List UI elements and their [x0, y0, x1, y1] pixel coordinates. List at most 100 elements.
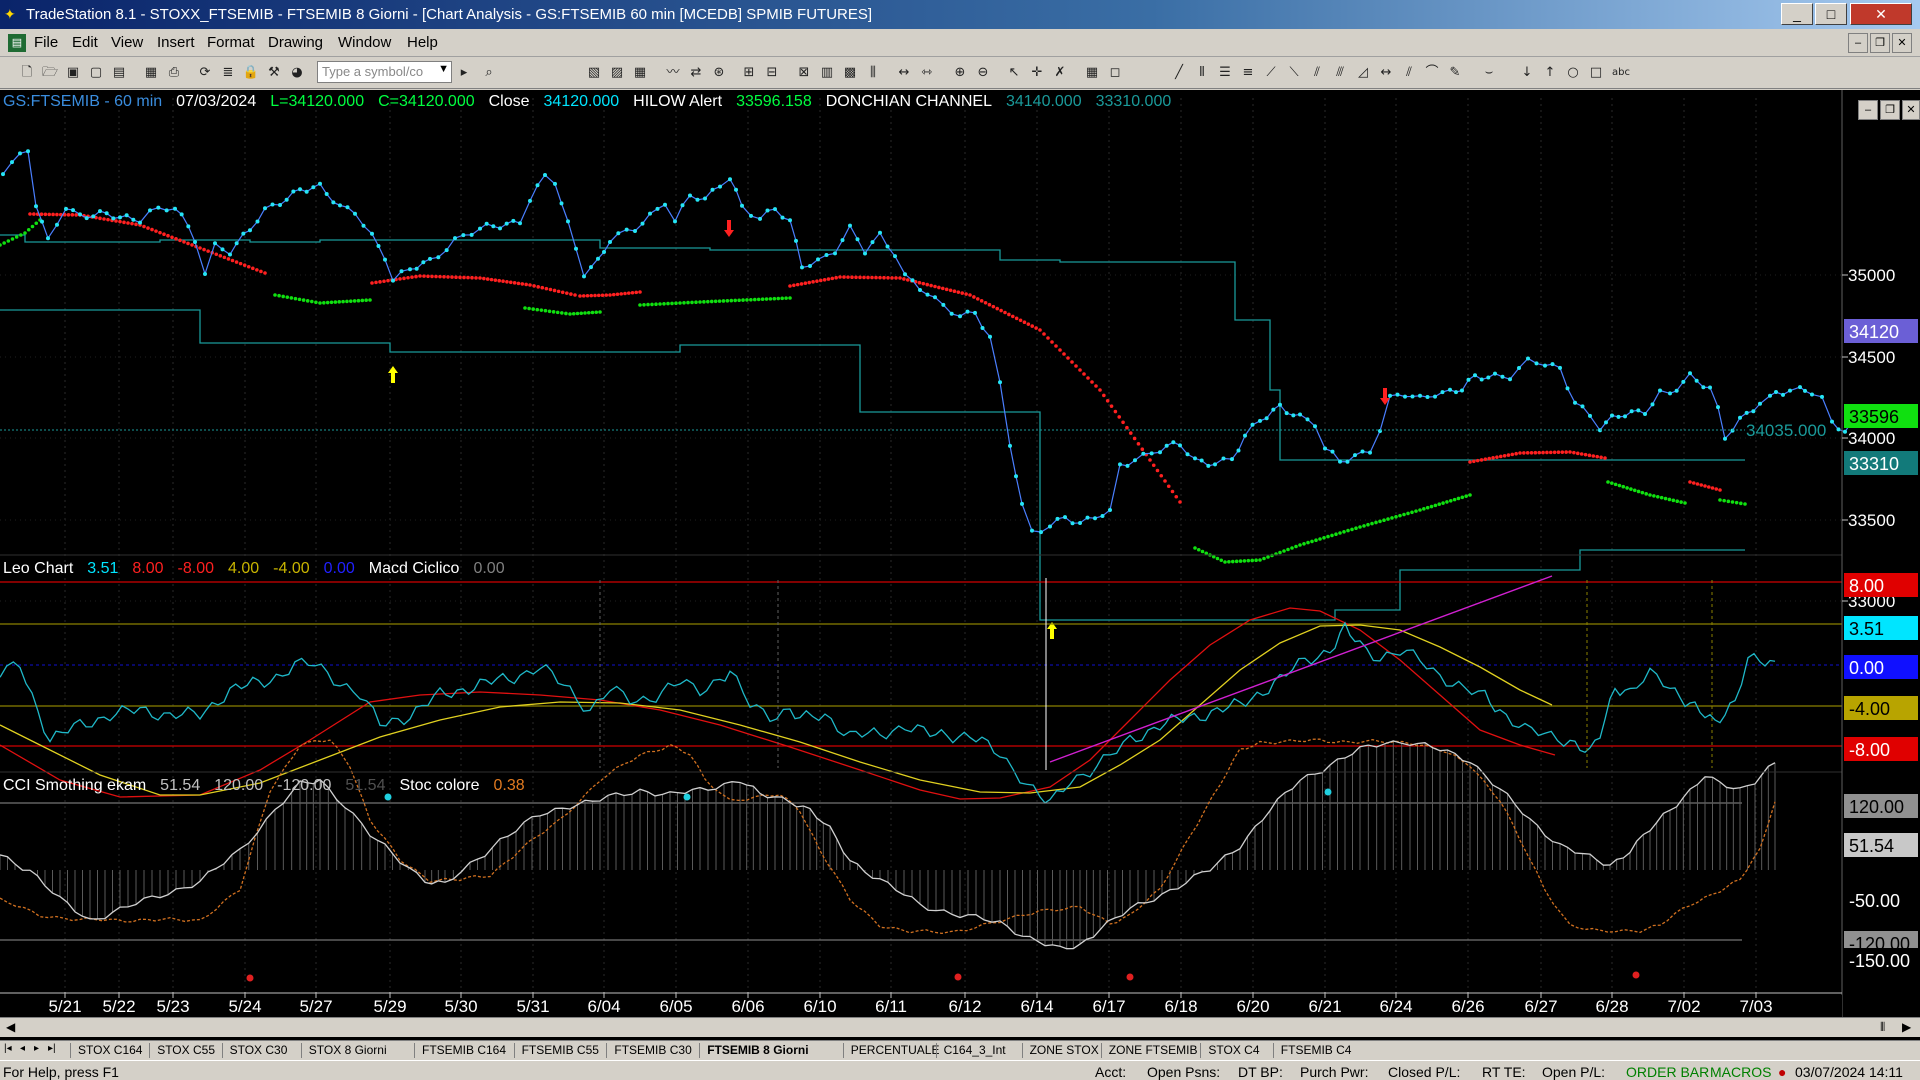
workspace-tab[interactable]: FTSEMIB C55 [522, 1043, 599, 1057]
disabled-icon[interactable]: ◻ [1106, 64, 1124, 82]
refresh-icon[interactable]: ⟳ [196, 64, 214, 82]
workspace-tab[interactable]: STOX C164 [78, 1043, 142, 1057]
scroll-right-icon[interactable]: ▶ [1902, 1020, 1911, 1034]
news-icon[interactable]: ▩ [841, 64, 859, 82]
gann-fan-icon[interactable]: ⟍ [1285, 64, 1303, 82]
chart-canvas[interactable]: 3500034500340003350033000 5/21 5/22 5/23 5/… [0, 90, 1920, 1017]
matrix-icon[interactable]: ⊠ [795, 64, 813, 82]
mdi-minimize-icon[interactable]: – [1848, 33, 1868, 53]
tab-nav-first-icon[interactable]: |◂ [4, 1043, 12, 1054]
workspace-tab[interactable]: C164_3_Int [944, 1043, 1006, 1057]
text-tool-icon[interactable]: abc [1612, 64, 1630, 82]
workspace-icon[interactable]: ⊞ [740, 64, 758, 82]
new-icon[interactable]: 🗋 [18, 64, 36, 82]
maximize-button[interactable]: □ [1815, 3, 1847, 25]
menu-insert[interactable]: Insert [157, 34, 195, 51]
workspace-tab[interactable]: ZONE STOX [1030, 1043, 1099, 1057]
chart-style-icon[interactable]: ▧ [585, 64, 603, 82]
minimize-button[interactable]: _ [1781, 3, 1813, 25]
eraser-icon[interactable]: ✗ [1051, 64, 1069, 82]
arc-icon[interactable]: ⌣ [1480, 64, 1498, 82]
open-icon[interactable]: 🗁 [41, 64, 59, 82]
workspace-tab[interactable]: FTSEMIB 8 Giorni [707, 1043, 808, 1057]
zoom-out-icon[interactable]: ⊖ [974, 64, 992, 82]
workspace-tab[interactable]: FTSEMIB C164 [422, 1043, 506, 1057]
zoom-in-icon[interactable]: ⊕ [951, 64, 969, 82]
scan-icon[interactable]: ⊛ [710, 64, 728, 82]
chart-restore-icon[interactable]: ❐ [1880, 100, 1900, 120]
chevron-down-icon[interactable]: ▼ [438, 63, 449, 75]
data-window-icon[interactable]: ▦ [631, 64, 649, 82]
measure-icon[interactable]: ↔ [1377, 64, 1395, 82]
mdi-restore-icon[interactable]: ❐ [1870, 33, 1890, 53]
workspace-tab[interactable]: STOX 8 Giorni [309, 1043, 387, 1057]
pointer-icon[interactable]: ↖ [1005, 64, 1023, 82]
trend-line[interactable] [1049, 575, 1553, 763]
palette-icon[interactable]: ◕ [288, 64, 306, 82]
chart-close-icon[interactable]: ✕ [1902, 100, 1920, 120]
workspace-tab[interactable]: FTSEMIB C30 [614, 1043, 691, 1057]
open-workspace-icon[interactable]: ▣ [64, 64, 82, 82]
window-list-icon[interactable]: ≣ [219, 64, 237, 82]
folder-icon[interactable]: ▤ [110, 64, 128, 82]
menu-edit[interactable]: Edit [72, 34, 98, 51]
order-bar-button[interactable]: ORDER BAR [1626, 1064, 1709, 1080]
scroll-icon[interactable]: ⇿ [918, 64, 936, 82]
chart-icon[interactable]: ▥ [818, 64, 836, 82]
workspace-tab[interactable]: ZONE FTSEMIB [1109, 1043, 1198, 1057]
triangle-icon[interactable]: ◿ [1354, 64, 1372, 82]
workspace-tab[interactable]: STOX C30 [230, 1043, 288, 1057]
ellipse-icon[interactable]: ○ [1564, 64, 1582, 82]
regression-icon[interactable]: ⫻ [1331, 64, 1349, 82]
chart-window-icon[interactable]: ▤ [8, 34, 26, 52]
workspace-tab[interactable]: STOX C4 [1208, 1043, 1259, 1057]
move-icon[interactable]: ↔ [895, 64, 913, 82]
workspace-tab[interactable]: FTSEMIB C4 [1281, 1043, 1352, 1057]
workspace-tab[interactable]: PERCENTUALE [851, 1043, 940, 1057]
scroll-left-icon[interactable]: ◀ [6, 1020, 15, 1034]
chart-minimize-icon[interactable]: – [1858, 100, 1878, 120]
menu-file[interactable]: File [34, 34, 58, 51]
mdi-close-icon[interactable]: ✕ [1892, 33, 1912, 53]
new-window-icon[interactable]: ▢ [87, 64, 105, 82]
arrow-up-icon[interactable]: ↑ [1541, 64, 1559, 82]
horizontal-line-icon[interactable]: ☰ [1216, 64, 1234, 82]
tab-nav-next-icon[interactable]: ▸ [34, 1043, 39, 1054]
workspace-tab[interactable]: STOX C55 [157, 1043, 215, 1057]
andrews-icon[interactable]: ⫽ [1308, 64, 1326, 82]
menu-view[interactable]: View [111, 34, 143, 51]
channel-icon[interactable]: ⫽ [1400, 64, 1418, 82]
pen-icon[interactable]: ✎ [1446, 64, 1464, 82]
tools-icon[interactable]: ⚒ [265, 64, 283, 82]
radar-icon[interactable]: ⊟ [763, 64, 781, 82]
scroll-thumb-icon[interactable]: ⦀ [1880, 1020, 1885, 1035]
close-button[interactable]: ✕ [1850, 3, 1912, 25]
vertical-lines-icon[interactable]: ⦀ [1193, 64, 1211, 82]
speed-lines-icon[interactable]: ⟋ [1262, 64, 1280, 82]
crosshair-icon[interactable]: ✛ [1028, 64, 1046, 82]
menu-window[interactable]: Window [338, 34, 391, 51]
format-icon[interactable]: ▨ [608, 64, 626, 82]
tab-nav-prev-icon[interactable]: ◂ [20, 1043, 25, 1054]
menu-help[interactable]: Help [407, 34, 438, 51]
macros-button[interactable]: MACROS [1710, 1064, 1771, 1080]
rectangle-icon[interactable]: □ [1587, 64, 1605, 82]
tab-nav-last-icon[interactable]: ▸| [48, 1043, 56, 1054]
play-icon[interactable]: ▸ [455, 64, 473, 82]
chart-window[interactable]: 35000 34500 34000 33500 33000 5/21 5/22 5/23 5/… [0, 90, 1920, 1040]
cycle-icon[interactable]: ⌒ [1423, 64, 1441, 82]
strategy-icon[interactable]: ⇄ [687, 64, 705, 82]
fibonacci-icon[interactable]: ≡ [1239, 64, 1257, 82]
calculator-icon[interactable]: ▦ [1083, 64, 1101, 82]
lock-icon[interactable]: 🔒 [242, 64, 260, 82]
horizontal-scrollbar[interactable]: ◀ ⦀ ▶ [0, 1017, 1920, 1037]
trendline-icon[interactable]: ╱ [1170, 64, 1188, 82]
arrow-down-icon[interactable]: ↓ [1518, 64, 1536, 82]
menu-drawing[interactable]: Drawing [268, 34, 323, 51]
bars-icon[interactable]: ⫼ [864, 64, 882, 82]
symbol-input[interactable]: Type a symbol/co ▼ [317, 61, 452, 83]
print-icon[interactable]: ⎙ [165, 64, 183, 82]
menu-format[interactable]: Format [207, 34, 255, 51]
print-preview-icon[interactable]: ▦ [142, 64, 160, 82]
insert-symbol-icon[interactable]: ⌕ [480, 64, 498, 82]
